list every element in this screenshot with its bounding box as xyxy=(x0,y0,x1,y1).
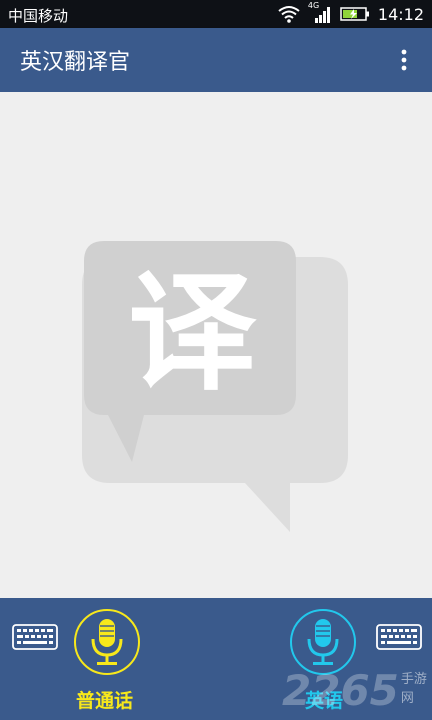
app-title: 英汉翻译官 xyxy=(20,50,131,75)
bottom-bar: 普通话 英语 2265 手游网 xyxy=(0,598,432,720)
overflow-menu-icon xyxy=(401,49,407,71)
carrier-name: 中国移动 xyxy=(8,7,69,25)
status-bar: 中国移动 4G 14:12 xyxy=(0,0,432,28)
watermark-text: 手游网 xyxy=(400,672,427,706)
keyboard-icon xyxy=(12,624,58,650)
keyboard-input-button-english[interactable] xyxy=(376,624,422,650)
translation-area[interactable]: 译 xyxy=(0,92,432,598)
mandarin-mic-button[interactable] xyxy=(74,609,140,675)
microphone-icon xyxy=(307,619,339,665)
keyboard-input-button-chinese[interactable] xyxy=(12,624,58,650)
app-bar: 英汉翻译官 xyxy=(0,28,432,92)
battery-charging-icon xyxy=(340,7,369,21)
keyboard-icon xyxy=(376,624,422,650)
mandarin-mic-label: 普通话 xyxy=(76,690,134,712)
status-icons: 4G 14:12 xyxy=(278,1,424,25)
wifi-icon xyxy=(278,6,300,23)
overflow-menu-button[interactable] xyxy=(392,48,416,72)
cellular-signal-icon: 4G xyxy=(308,1,332,24)
microphone-icon xyxy=(91,619,123,665)
english-mic-button[interactable] xyxy=(290,609,356,675)
english-mic-label: 英语 xyxy=(305,690,344,712)
status-time: 14:12 xyxy=(377,4,424,24)
logo-glyph: 译 xyxy=(128,258,257,408)
translate-logo-icon: 译 xyxy=(82,241,348,532)
